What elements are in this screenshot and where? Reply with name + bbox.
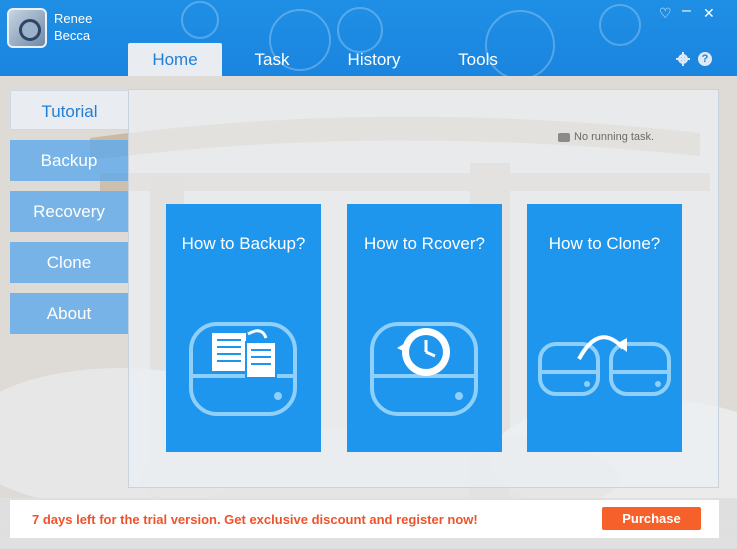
sidebar-item-recovery[interactable]: Recovery — [10, 191, 128, 232]
sidebar-item-about[interactable]: About — [10, 293, 128, 334]
backup-drive-icon — [189, 322, 297, 416]
tab-home[interactable]: Home — [128, 43, 222, 76]
trial-bar: 7 days left for the trial version. Get e… — [10, 500, 719, 538]
trial-message: 7 days left for the trial version. Get e… — [32, 512, 478, 527]
app-name: Renee Becca — [54, 10, 134, 44]
gear-icon[interactable] — [676, 52, 690, 66]
restore-clock-icon — [370, 322, 478, 416]
help-icon[interactable]: ? — [698, 52, 712, 66]
app-logo-icon — [7, 8, 47, 48]
sidebar-nav: Tutorial Backup Recovery Clone About — [10, 90, 128, 344]
sidebar-item-clone[interactable]: Clone — [10, 242, 128, 283]
sidebar-item-backup[interactable]: Backup — [10, 140, 128, 181]
card-title: How to Backup? — [181, 234, 306, 253]
tab-tools[interactable]: Tools — [426, 43, 530, 76]
skin-icon[interactable]: ♡ — [659, 6, 672, 20]
close-icon[interactable]: ✕ — [703, 6, 715, 20]
app-name-line1: Renee — [54, 11, 93, 26]
app-window: Renee Becca ♡ – ✕ Home Task History Tool… — [0, 0, 737, 549]
how-to-backup-card[interactable]: How to Backup? — [166, 204, 321, 452]
app-name-line2: Becca — [54, 28, 91, 43]
how-to-clone-card[interactable]: How to Clone? — [527, 204, 682, 452]
tab-task[interactable]: Task — [222, 43, 322, 76]
sidebar-item-tutorial[interactable]: Tutorial — [10, 90, 128, 130]
title-bar: Renee Becca ♡ – ✕ Home Task History Tool… — [0, 0, 737, 76]
task-status: No running task. — [558, 131, 654, 143]
clone-drives-icon — [538, 335, 671, 396]
minimize-icon[interactable]: – — [682, 3, 691, 19]
card-title: How to Clone? — [548, 234, 661, 253]
tab-history[interactable]: History — [322, 43, 426, 76]
task-status-text: No running task. — [574, 131, 655, 143]
message-icon — [558, 132, 570, 142]
how-to-recover-card[interactable]: How to Rcover? — [347, 204, 502, 452]
purchase-button[interactable]: Purchase — [602, 507, 701, 530]
main-tabs: Home Task History Tools — [128, 43, 530, 76]
card-title: How to Rcover? — [364, 234, 485, 253]
